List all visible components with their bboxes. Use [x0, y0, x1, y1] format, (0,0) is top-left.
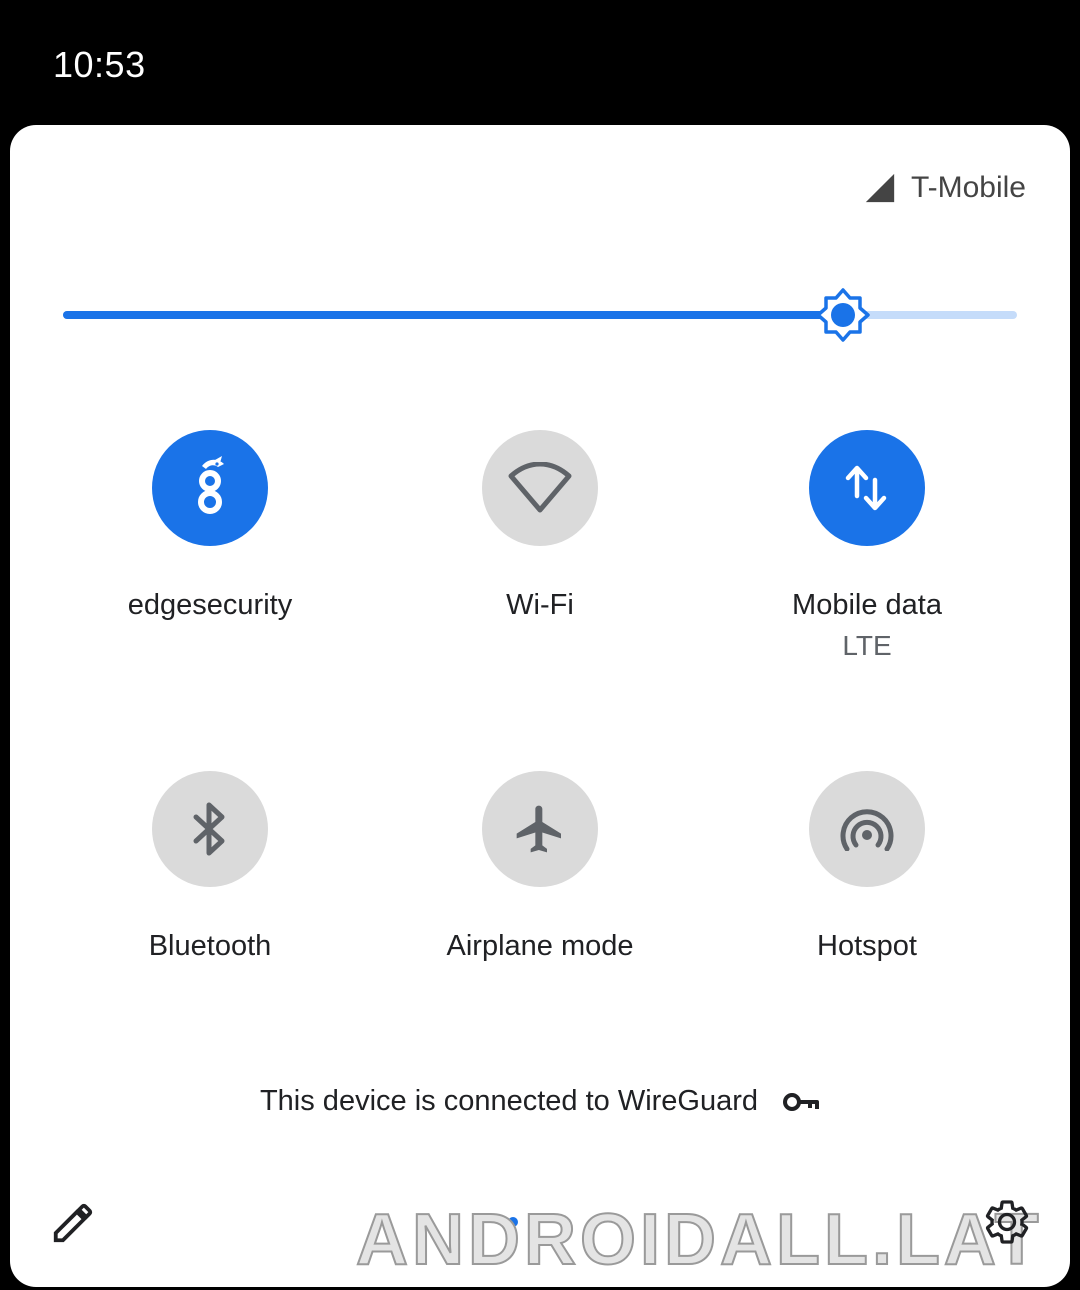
pencil-icon[interactable]: [50, 1200, 96, 1246]
hotspot-toggle[interactable]: [809, 771, 925, 887]
key-icon: [783, 1092, 820, 1111]
quick-settings-panel: T-Mobile edgesecurity Wi-Fi Mobile data …: [10, 125, 1070, 1287]
tile-label: Airplane mode: [446, 930, 634, 962]
airplane-icon: [516, 805, 561, 853]
mobile-data-toggle[interactable]: [809, 430, 925, 546]
status-bar: 10:53: [0, 0, 1080, 125]
wireguard-icon: [198, 456, 224, 514]
mobile-data-icon: [845, 465, 887, 511]
brightness-icon: [816, 288, 871, 342]
bluetooth-icon: [193, 802, 225, 856]
page-indicator: [502, 1217, 546, 1227]
carrier-indicator: T-Mobile: [863, 171, 1026, 205]
bluetooth-toggle[interactable]: [152, 771, 268, 887]
hotspot-icon: [840, 809, 894, 851]
tile-mobile-data: Mobile data LTE: [737, 430, 997, 662]
tile-label: Mobile data: [792, 589, 942, 621]
edgesecurity-toggle[interactable]: [152, 430, 268, 546]
brightness-slider[interactable]: [63, 287, 1017, 343]
airplane-mode-toggle[interactable]: [482, 771, 598, 887]
cell-signal-icon: [865, 173, 895, 203]
page-dot: [508, 1217, 518, 1227]
wifi-icon: [508, 462, 572, 513]
wifi-toggle[interactable]: [482, 430, 598, 546]
tile-airplane-mode: Airplane mode: [410, 771, 670, 963]
watermark: ANDROIDALL.LAT: [355, 1199, 1043, 1281]
tile-wifi: Wi-Fi: [410, 430, 670, 622]
tile-label: Hotspot: [817, 930, 917, 962]
tile-label: edgesecurity: [127, 589, 293, 621]
carrier-name: T-Mobile: [910, 171, 1026, 204]
brightness-thumb[interactable]: [815, 287, 871, 343]
page-dot: [530, 1217, 540, 1227]
vpn-footer[interactable]: This device is connected to WireGuard: [10, 1085, 1070, 1118]
tile-sublabel: LTE: [842, 630, 892, 661]
tile-label: Bluetooth: [148, 930, 272, 962]
brightness-fill: [63, 311, 844, 319]
tile-bluetooth: Bluetooth: [80, 771, 340, 963]
vpn-status-text: This device is connected to WireGuard: [259, 1085, 759, 1117]
clock: 10:53: [53, 44, 146, 85]
tile-edgesecurity: edgesecurity: [80, 430, 340, 622]
tile-label: Wi-Fi: [506, 589, 574, 621]
gear-icon[interactable]: [982, 1197, 1032, 1247]
tile-hotspot: Hotspot: [737, 771, 997, 963]
